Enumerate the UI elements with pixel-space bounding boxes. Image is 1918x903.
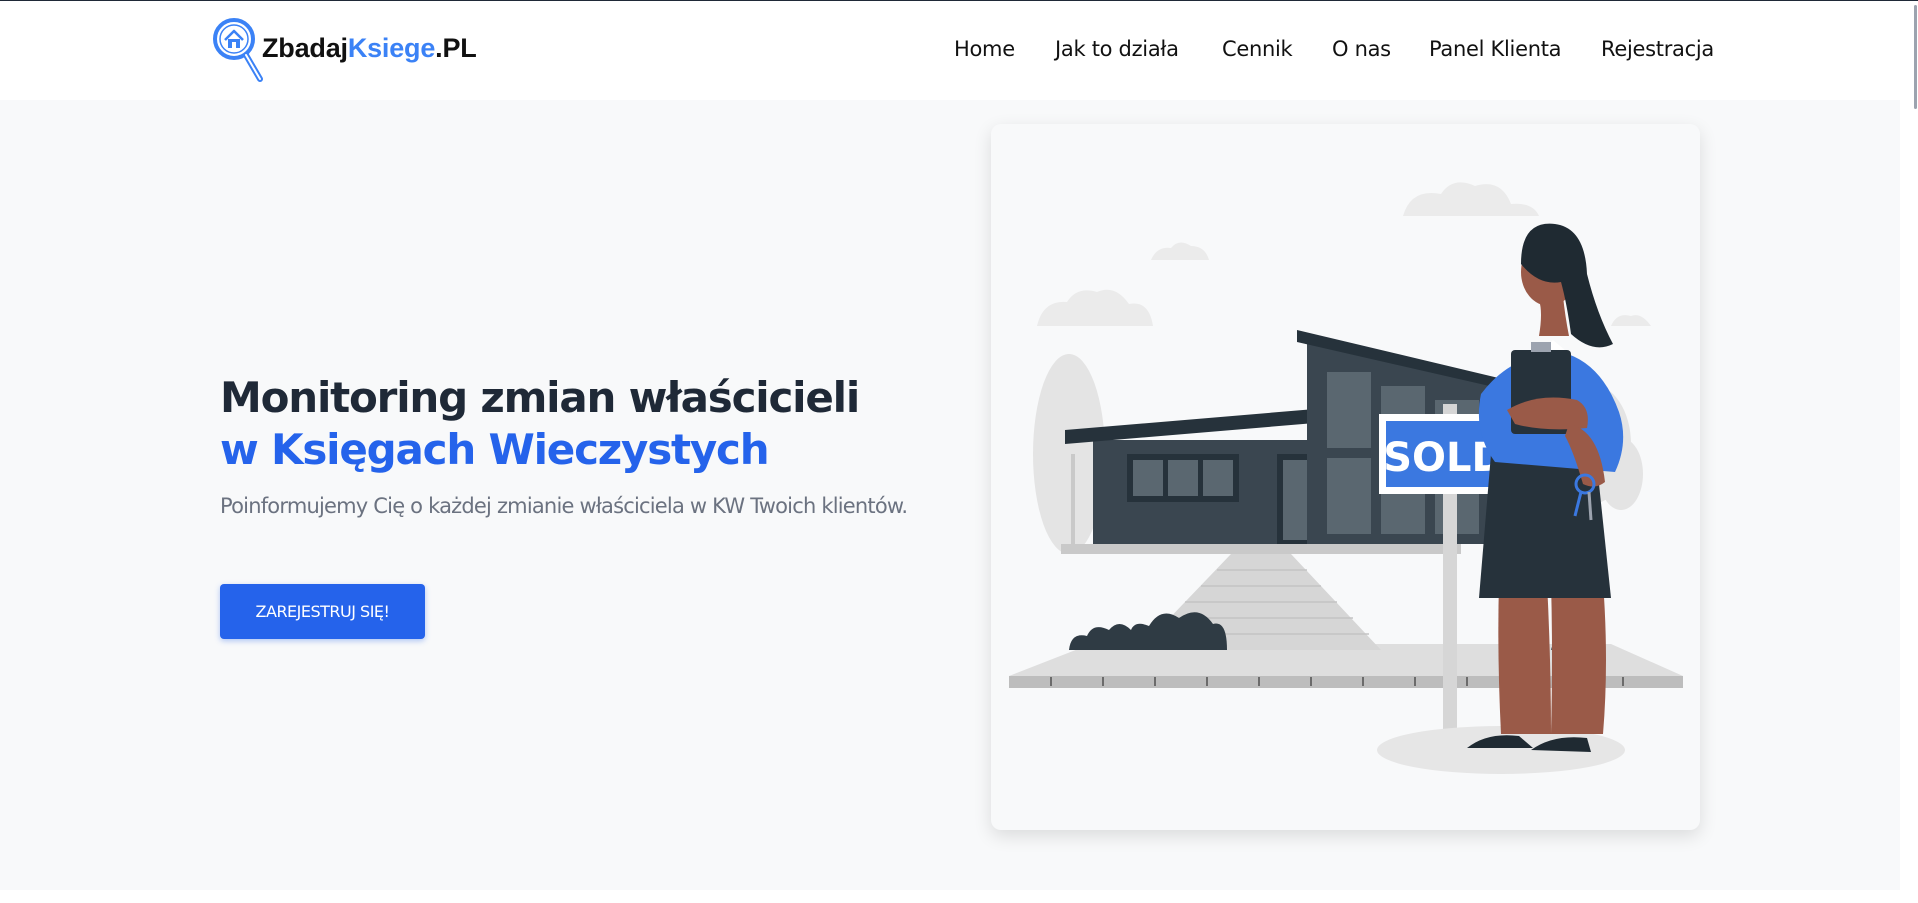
register-button[interactable]: ZAREJESTRUJ SIĘ! xyxy=(220,584,425,639)
hero-subtitle: Poinformujemy Cię o każdej zmianie właśc… xyxy=(220,494,908,518)
hero-section: Monitoring zmian właścicieli w Księgach … xyxy=(0,100,1900,890)
site-header: ZbadajKsiege.PL Home Jak to działa Cenni… xyxy=(0,1,1900,100)
nav-rejestracja[interactable]: Rejestracja xyxy=(1601,37,1714,61)
nav-panel-klienta[interactable]: Panel Klienta xyxy=(1429,37,1562,61)
hero-title-line1: Monitoring zmian właścicieli xyxy=(220,373,860,422)
nav-o-nas[interactable]: O nas xyxy=(1332,37,1391,61)
logo-wordmark: ZbadajKsiege.PL xyxy=(262,33,477,63)
nav-jak-to-dziala[interactable]: Jak to działa xyxy=(1055,37,1179,61)
nav-cennik[interactable]: Cennik xyxy=(1222,37,1293,61)
scrollbar-thumb[interactable] xyxy=(1914,5,1917,109)
nav-home[interactable]: Home xyxy=(954,37,1015,61)
hero-title: Monitoring zmian właścicieli w Księgach … xyxy=(220,372,860,476)
hero-illustration-card: SOLD xyxy=(991,124,1700,830)
sold-house-illustration: SOLD xyxy=(1009,182,1683,774)
vertical-scrollbar[interactable] xyxy=(1900,1,1918,903)
site-logo[interactable]: ZbadajKsiege.PL xyxy=(210,17,477,87)
page-bottom-edge xyxy=(0,890,1900,903)
hero-title-line2: w Księgach Wieczystych xyxy=(220,425,770,474)
magnifier-house-icon xyxy=(213,18,263,82)
